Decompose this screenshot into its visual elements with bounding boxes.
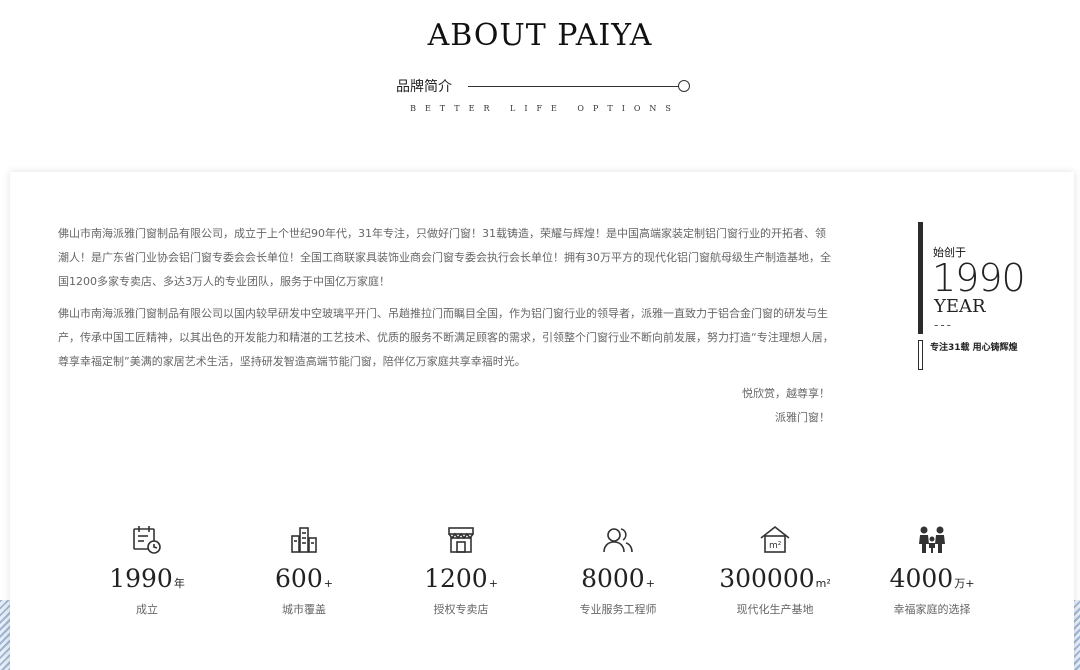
stat-unit: m² [815, 577, 831, 590]
city-buildings-icon [224, 522, 384, 558]
subtitle-divider-line [468, 86, 680, 87]
stat-label: 现代化生产基地 [736, 603, 814, 616]
founded-accent-outline [918, 340, 923, 370]
stat-factory: m² 300000m² 现代化生产基地 [695, 522, 855, 617]
stat-families: 4000万+ 幸福家庭的选择 [852, 522, 1012, 617]
signature-line-1: 悦欣赏，越尊享！ [742, 387, 830, 400]
intro-text: 佛山市南海派雅门窗制品有限公司，成立于上个世纪90年代，31年专注，只做好门窗！… [58, 222, 834, 382]
section-subtitle: 品牌简介 [396, 79, 452, 95]
stat-engineers: 8000+ 专业服务工程师 [538, 522, 698, 617]
page-title: ABOUT PAIYA [427, 18, 653, 53]
calendar-clock-icon [67, 522, 227, 558]
tagline: BETTER LIFE OPTIONS [410, 104, 680, 113]
stat-label: 幸福家庭的选择 [893, 603, 971, 616]
founded-unit: YEAR [934, 296, 986, 317]
founded-accent-bar [918, 222, 923, 334]
founded-badge: 始创于 1990 YEAR --- 专注31载 用心铸辉煌 [918, 222, 1058, 372]
stat-value: 1200 [424, 564, 488, 593]
stat-value: 4000 [889, 564, 954, 593]
stat-label: 授权专卖店 [433, 603, 489, 616]
stat-value: 300000 [719, 564, 815, 593]
stat-stores: 1200+ 授权专卖店 [381, 522, 541, 617]
stat-value: 600 [275, 564, 323, 593]
stat-value: 8000 [581, 564, 645, 593]
store-icon [381, 522, 541, 558]
svg-text:m²: m² [769, 541, 782, 551]
intro-paragraph-2: 佛山市南海派雅门窗制品有限公司以国内较早研发中空玻璃平开门、吊趟推拉门而瞩目全国… [58, 307, 834, 368]
stat-label: 成立 [136, 603, 158, 616]
stat-unit: + [323, 577, 333, 590]
subtitle-circle-icon [678, 80, 690, 92]
people-icon [538, 522, 698, 558]
founded-slogan: 专注31载 用心铸辉煌 [930, 343, 1018, 353]
founded-dash: --- [934, 318, 953, 332]
stat-label: 城市覆盖 [282, 603, 326, 616]
family-icon [852, 522, 1012, 558]
brand-signature: 悦欣赏，越尊享！ 派雅门窗！ [630, 382, 830, 430]
signature-line-2: 派雅门窗！ [775, 411, 830, 424]
stat-label: 专业服务工程师 [579, 603, 657, 616]
stat-cities: 600+ 城市覆盖 [224, 522, 384, 617]
about-card: 佛山市南海派雅门窗制品有限公司，成立于上个世纪90年代，31年专注，只做好门窗！… [10, 172, 1074, 670]
stat-unit: 万+ [954, 577, 975, 590]
stats-row: 1990年 成立 600+ 城市覆盖 1200+ 授权专卖店 8000+ 专业服… [67, 522, 1007, 632]
stat-unit: + [488, 577, 498, 590]
stat-founded: 1990年 成立 [67, 522, 227, 617]
intro-paragraph-1: 佛山市南海派雅门窗制品有限公司，成立于上个世纪90年代，31年专注，只做好门窗！… [58, 227, 831, 288]
stat-value: 1990 [109, 564, 173, 593]
stat-unit: + [645, 577, 655, 590]
about-header: ABOUT PAIYA 品牌简介 BETTER LIFE OPTIONS [0, 0, 1080, 130]
house-area-icon: m² [695, 522, 855, 558]
founded-year: 1990 [932, 256, 1026, 300]
stat-unit: 年 [173, 577, 185, 590]
